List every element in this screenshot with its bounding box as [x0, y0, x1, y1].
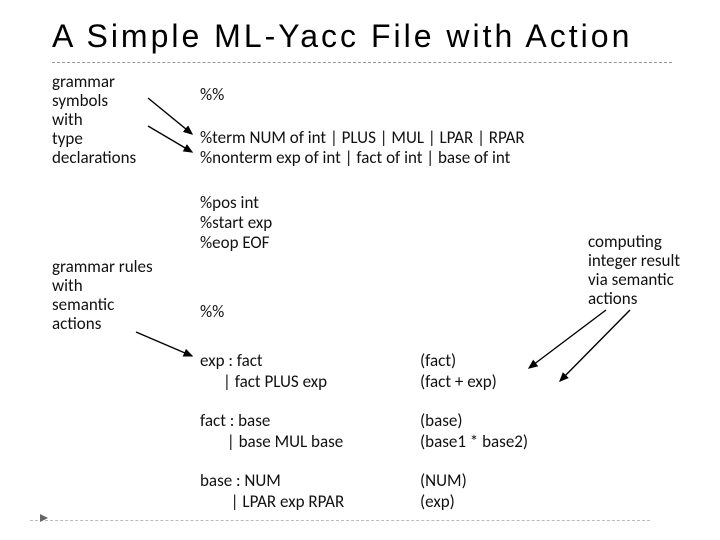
- code-nonterm: %nonterm exp of int | fact of int | base…: [200, 148, 510, 168]
- text: type: [52, 129, 136, 148]
- rule-text: fact : base: [200, 410, 270, 431]
- text: grammar rules: [52, 257, 153, 276]
- action-text: (base): [420, 410, 463, 431]
- annotation-grammar-rules: grammar rules with semantic actions: [52, 257, 153, 333]
- table-row: base : NUM (NUM): [200, 470, 528, 491]
- text: with: [52, 276, 153, 295]
- table-row: exp : fact (fact): [200, 350, 528, 371]
- rule-text: base : NUM: [200, 470, 281, 491]
- text: with: [52, 110, 136, 129]
- code-pos: %pos int: [200, 193, 259, 213]
- text: actions: [588, 289, 680, 308]
- rule-text: | LPAR exp RPAR: [200, 491, 344, 512]
- code-term: %term NUM of int | PLUS | MUL | LPAR | R…: [200, 128, 525, 148]
- code-sep1: %%: [200, 85, 224, 105]
- text: via semantic: [588, 270, 680, 289]
- arrow-icon: [560, 310, 630, 381]
- action-text: (NUM): [420, 470, 467, 491]
- text: symbols: [52, 91, 136, 110]
- action-text: (base1 * base2): [420, 431, 528, 452]
- text: integer result: [588, 251, 680, 270]
- action-text: (fact + exp): [420, 371, 497, 392]
- rule-text: | base MUL base: [200, 431, 343, 452]
- action-text: (fact): [420, 350, 456, 371]
- title-underline: [52, 62, 672, 63]
- code-eop: %eop EOF: [200, 233, 269, 253]
- rules-table: exp : fact (fact) | fact PLUS exp (fact …: [200, 350, 528, 512]
- table-row: | LPAR exp RPAR (exp): [200, 491, 528, 512]
- table-row: | base MUL base (base1 * base2): [200, 431, 528, 452]
- footer-rule: [30, 520, 650, 521]
- annotation-grammar-symbols: grammar symbols with type declarations: [52, 72, 136, 167]
- text: semantic: [52, 295, 153, 314]
- annotation-computing: computing integer result via semantic ac…: [588, 232, 680, 308]
- play-icon: [40, 514, 48, 522]
- table-row: | fact PLUS exp (fact + exp): [200, 371, 528, 392]
- text: actions: [52, 314, 153, 333]
- arrow-icon: [148, 126, 192, 152]
- rule-text: exp : fact: [200, 350, 263, 371]
- arrow-icon: [148, 98, 192, 134]
- text: grammar: [52, 72, 136, 91]
- code-start: %start exp: [200, 213, 272, 233]
- text: declarations: [52, 148, 136, 167]
- text: computing: [588, 232, 680, 251]
- rule-text: | fact PLUS exp: [200, 371, 327, 392]
- arrow-icon: [136, 332, 192, 356]
- code-sep2: %%: [200, 302, 224, 322]
- table-row: fact : base (base): [200, 410, 528, 431]
- action-text: (exp): [420, 491, 455, 512]
- arrow-icon: [529, 310, 606, 368]
- slide-title: A Simple ML-Yacc File with Action: [52, 18, 632, 55]
